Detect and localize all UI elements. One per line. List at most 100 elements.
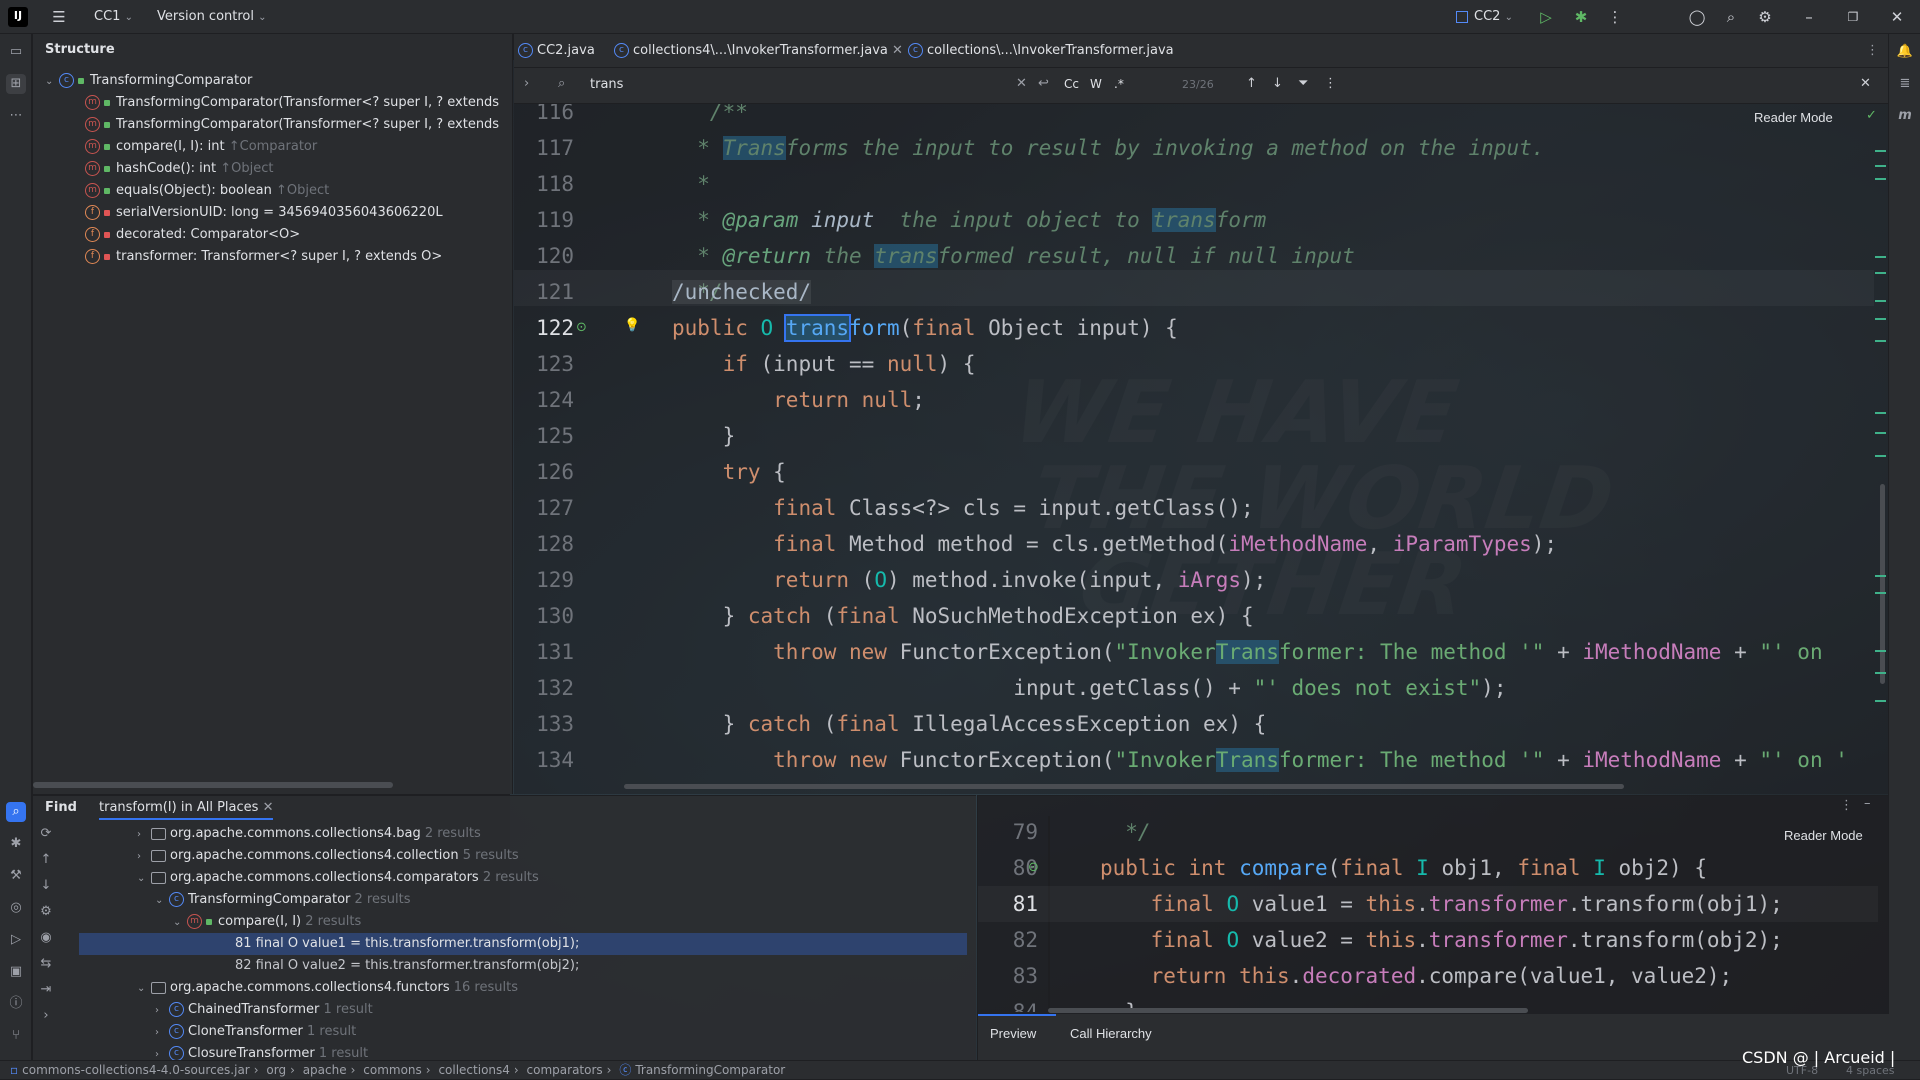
structure-item[interactable]: m equals(Object): boolean ↑Object — [85, 180, 329, 202]
find-result-usage-selected[interactable]: 81 final O value1 = this.transformer.tra… — [79, 933, 967, 955]
match-marker[interactable] — [1875, 272, 1886, 274]
main-menu-icon[interactable]: ☰ — [50, 8, 68, 26]
find-result-package[interactable]: › org.apache.commons.collections4.bag 2 r… — [137, 823, 481, 845]
clear-search-icon[interactable]: ✕ — [1016, 76, 1027, 91]
find-result-class[interactable]: › c ChainedTransformer 1 result — [155, 999, 373, 1021]
match-marker[interactable] — [1875, 178, 1886, 180]
structure-item[interactable]: m compare(I, I): int ↑Comparator — [85, 136, 317, 158]
structure-item[interactable]: f decorated: Comparator<O> — [85, 224, 300, 246]
preview-eye-icon[interactable]: ◉ — [35, 930, 57, 956]
match-marker[interactable] — [1875, 592, 1886, 594]
match-marker[interactable] — [1875, 672, 1886, 674]
next-occurrence-icon[interactable]: ↓ — [35, 878, 57, 904]
previous-occurrence-icon[interactable]: ↑ — [35, 852, 57, 878]
run-tool-icon[interactable]: ▷ — [6, 930, 26, 950]
match-marker[interactable] — [1875, 300, 1886, 302]
expand-icon[interactable]: › — [35, 1008, 57, 1034]
search-icon[interactable]: ⌕ — [1722, 8, 1740, 26]
breadcrumb-item[interactable]: collections4 — [438, 1061, 509, 1080]
previous-match-icon[interactable]: ↑ — [1246, 76, 1257, 91]
structure-root[interactable]: ⌄ c TransformingComparator — [45, 70, 252, 92]
match-marker[interactable] — [1875, 455, 1886, 457]
match-marker[interactable] — [1875, 165, 1886, 167]
lightbulb-icon[interactable]: 💡 — [624, 318, 640, 334]
structure-item[interactable]: f transformer: Transformer<? super I, ? e… — [85, 246, 442, 268]
next-match-icon[interactable]: ↓ — [1272, 76, 1283, 91]
problems-tool-icon[interactable]: ⓘ — [6, 994, 26, 1014]
structure-item[interactable]: f serialVersionUID: long = 34569403560436… — [85, 202, 443, 224]
close-tab-icon[interactable]: ✕ — [892, 43, 903, 58]
vcs-selector[interactable]: Version control ⌄ — [157, 0, 267, 34]
group-icon[interactable]: ⇆ — [35, 956, 57, 982]
horizontal-scrollbar[interactable] — [33, 782, 393, 788]
find-tool-icon[interactable]: ⌕ — [6, 802, 26, 822]
debug-icon[interactable]: ✱ — [1572, 8, 1590, 26]
match-marker[interactable] — [1875, 150, 1886, 152]
vertical-scrollbar[interactable] — [1880, 484, 1885, 684]
structure-item[interactable]: m TransformingComparator(Transformer<? su… — [85, 92, 499, 114]
structure-item[interactable]: m TransformingComparator(Transformer<? su… — [85, 114, 499, 136]
more-actions-icon[interactable]: ⋮ — [1606, 8, 1624, 26]
breadcrumb-item[interactable]: org — [266, 1061, 286, 1080]
rerun-icon[interactable]: ⟳ — [35, 826, 57, 852]
match-marker[interactable] — [1875, 432, 1886, 434]
debug-tool-icon[interactable]: ✱ — [6, 834, 26, 854]
match-marker[interactable] — [1875, 256, 1886, 258]
git-tool-icon[interactable]: ⑂ — [6, 1026, 26, 1046]
run-config-selector[interactable]: CC2 ⌄ — [1456, 0, 1513, 34]
expand-replace-icon[interactable]: › — [524, 76, 529, 91]
reader-mode-button[interactable]: Reader Mode — [1784, 828, 1863, 843]
structure-tool-icon[interactable]: ⊞ — [6, 74, 26, 94]
match-marker[interactable] — [1875, 650, 1886, 652]
breadcrumb-item[interactable]: comparators — [527, 1061, 603, 1080]
match-marker[interactable] — [1875, 318, 1886, 320]
tab-cc2[interactable]: c CC2.java — [518, 34, 595, 68]
more-tools-icon[interactable]: ⋯ — [6, 106, 26, 126]
tab-call-hierarchy[interactable]: Call Hierarchy — [1070, 1026, 1152, 1041]
new-line-icon[interactable]: ↩ — [1038, 76, 1049, 91]
notifications-bell-icon[interactable]: 🔔 — [1895, 42, 1915, 62]
find-result-class[interactable]: › c ClosureTransformer 1 result — [155, 1043, 368, 1061]
settings-gear-icon[interactable]: ⚙ — [1756, 8, 1774, 26]
filter-icon[interactable]: ⏷ — [1298, 76, 1308, 91]
project-folder-icon[interactable]: ▭ — [6, 42, 26, 62]
find-result-class[interactable]: › c CloneTransformer 1 result — [155, 1021, 356, 1043]
reader-mode-button[interactable]: Reader Mode — [1754, 110, 1833, 125]
whole-words-toggle[interactable]: W — [1090, 77, 1102, 91]
breadcrumb-item[interactable]: TransformingComparator — [635, 1061, 785, 1080]
build-tool-icon[interactable]: ⚒ — [6, 866, 26, 886]
regex-toggle[interactable]: .* — [1114, 77, 1124, 91]
account-icon[interactable]: ◯ — [1688, 8, 1706, 26]
database-icon[interactable]: ≣ — [1895, 74, 1915, 94]
breadcrumb-item[interactable]: commons-collections4-4.0-sources.jar — [22, 1061, 250, 1080]
restore-icon[interactable]: ❐ — [1844, 8, 1862, 26]
run-icon[interactable]: ▷ — [1537, 8, 1555, 26]
horizontal-scrollbar[interactable] — [624, 784, 1624, 789]
terminal-tool-icon[interactable]: ▣ — [6, 962, 26, 982]
maven-icon[interactable]: m — [1895, 106, 1915, 126]
tab-invoker-transformer[interactable]: c collections\...\InvokerTransformer.java — [908, 34, 1174, 68]
match-marker[interactable] — [1875, 700, 1886, 702]
find-result-package[interactable]: ⌄ org.apache.commons.collections4.compara… — [137, 867, 539, 889]
project-selector[interactable]: CC1 ⌄ — [94, 0, 133, 34]
more-options-icon[interactable]: ⋮ — [1840, 798, 1853, 813]
tab-find-results[interactable]: transform(I) in All Places ✕ — [99, 800, 274, 820]
close-window-icon[interactable]: ✕ — [1888, 8, 1906, 26]
structure-item[interactable]: m hashCode(): int ↑Object — [85, 158, 273, 180]
minimize-panel-icon[interactable]: – — [1864, 796, 1871, 811]
search-input[interactable]: trans — [590, 77, 623, 92]
code-editor[interactable]: Reader Mode ✓ 116 117 118 119 120 121 12… — [514, 104, 1888, 794]
minimize-icon[interactable]: – — [1800, 8, 1818, 26]
settings-gear-icon[interactable]: ⚙ — [35, 904, 57, 930]
find-result-package[interactable]: › org.apache.commons.collections4.collect… — [137, 845, 519, 867]
tab-invoker-transformer-4[interactable]: c collections4\...\InvokerTransformer.jav… — [614, 34, 914, 70]
inspections-ok-icon[interactable]: ✓ — [1866, 108, 1877, 123]
horizontal-scrollbar[interactable] — [1048, 1008, 1528, 1013]
breadcrumb-item[interactable]: apache — [303, 1061, 347, 1080]
close-search-icon[interactable]: ✕ — [1860, 76, 1871, 91]
find-result-package[interactable]: ⌄ org.apache.commons.collections4.functor… — [137, 977, 518, 999]
tab-preview[interactable]: Preview — [990, 1026, 1036, 1041]
match-marker[interactable] — [1875, 575, 1886, 577]
implements-gutter-icon[interactable]: ⊙ — [1028, 860, 1039, 875]
breadcrumb-item[interactable]: commons — [363, 1061, 422, 1080]
